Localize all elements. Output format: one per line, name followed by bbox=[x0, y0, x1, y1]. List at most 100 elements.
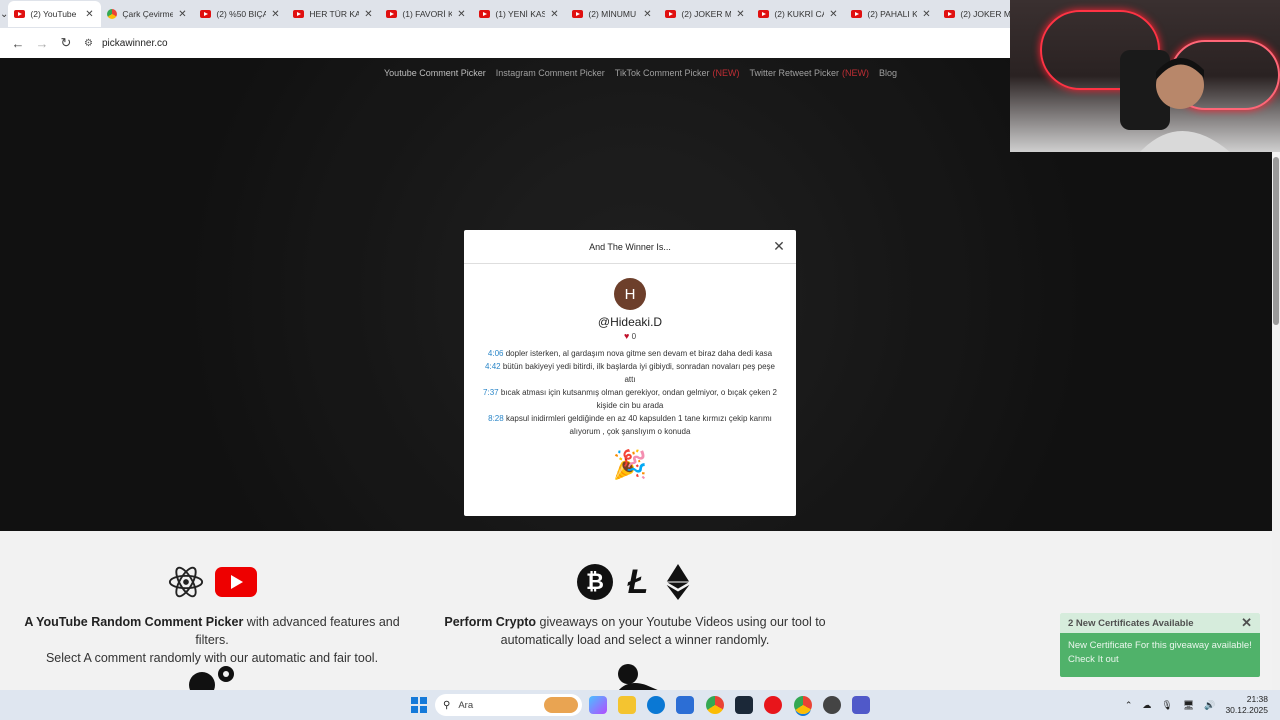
close-icon[interactable]: ✕ bbox=[920, 9, 932, 20]
opera-icon[interactable] bbox=[764, 696, 782, 714]
chrome-icon[interactable] bbox=[706, 696, 724, 714]
comment-item: 7:37 bıcak atması için kutsanmış olman g… bbox=[480, 386, 780, 412]
close-icon[interactable]: ✕ bbox=[548, 9, 560, 20]
clock-time: 21:38 bbox=[1246, 694, 1268, 704]
close-icon[interactable]: ✕ bbox=[455, 9, 467, 20]
browser-tab[interactable]: (1) YENİ KAS ✕ bbox=[473, 1, 566, 27]
person-icon bbox=[618, 664, 660, 691]
close-icon[interactable]: ✕ bbox=[1241, 616, 1252, 629]
modal-title: And The Winner Is... bbox=[589, 241, 671, 252]
youtube-icon bbox=[14, 10, 26, 18]
forward-arrow-icon[interactable]: → bbox=[30, 31, 54, 55]
search-icon: ⚲ bbox=[443, 699, 451, 711]
store-icon[interactable] bbox=[676, 696, 694, 714]
network-icon[interactable]: 🖥 bbox=[1183, 700, 1194, 711]
gears-icon bbox=[189, 666, 234, 691]
ethereum-icon bbox=[666, 563, 690, 601]
browser-tab[interactable]: (2) JOKER M✕ bbox=[659, 1, 752, 27]
winner-comments: 4:06 dopler isterken, al gardaşım nova g… bbox=[464, 341, 796, 438]
browser-tab[interactable]: (2) %50 BIÇAK✕ bbox=[194, 1, 287, 27]
steam-icon[interactable] bbox=[735, 696, 753, 714]
youtube-icon bbox=[479, 10, 491, 18]
chevron-up-icon[interactable]: ⌃ bbox=[1125, 700, 1133, 711]
browser-tab[interactable]: (1) FAVORİ K ✕ bbox=[380, 1, 473, 27]
browser-tab[interactable]: HER TÜR KA ✕ bbox=[287, 1, 380, 27]
close-icon[interactable]: ✕ bbox=[734, 9, 746, 20]
comment-timestamp-link[interactable]: 4:06 bbox=[488, 349, 504, 358]
file-explorer-icon[interactable] bbox=[618, 696, 636, 714]
edge-icon[interactable] bbox=[647, 696, 665, 714]
youtube-icon bbox=[200, 10, 212, 18]
browser-tab[interactable]: (2) JOKER M✕ bbox=[938, 1, 1010, 27]
copilot-icon[interactable] bbox=[589, 696, 607, 714]
teams-icon[interactable] bbox=[852, 696, 870, 714]
crypto-feature-icons: ₿ Ł bbox=[440, 563, 830, 601]
browser-tab[interactable]: (2) YouTube ✕ bbox=[8, 1, 102, 27]
tab-label: (2) JOKER M bbox=[960, 9, 1010, 19]
comment-text: bıcak atması için kutsanmış olman gereki… bbox=[500, 388, 777, 410]
address-bar[interactable]: ⚙ pickawinner.co bbox=[84, 31, 984, 55]
microphone-icon[interactable]: 🎙 bbox=[1161, 700, 1172, 711]
youtube-icon bbox=[665, 10, 677, 18]
taskbar-clock[interactable]: 21:38 30.12.2025 bbox=[1225, 694, 1268, 716]
crypto-feature-bold: Perform Crypto bbox=[444, 615, 537, 629]
url-text: pickawinner.co bbox=[102, 37, 168, 49]
tab-label: (1) YENİ KAS bbox=[495, 9, 546, 19]
windows-taskbar: ⚲ Ara ⌃ ☁ 🎙 🖥 🔊 21:38 30.12.2025 bbox=[0, 690, 1280, 720]
google-icon bbox=[107, 9, 118, 19]
comment-timestamp-link[interactable]: 7:37 bbox=[483, 388, 499, 397]
browser-tab[interactable]: Çark Çevirme ✕ bbox=[101, 1, 194, 27]
close-icon[interactable]: ✕ bbox=[176, 9, 188, 20]
tab-search-chevron-icon[interactable]: ⌄ bbox=[0, 0, 8, 28]
tab-label: (2) KUKRİ CA bbox=[774, 9, 825, 19]
toast-body[interactable]: New Certificate For this giveaway availa… bbox=[1060, 633, 1260, 673]
winner-avatar: H bbox=[614, 278, 646, 310]
close-icon[interactable]: ✕ bbox=[83, 9, 95, 20]
comment-text: dopler isterken, al gardaşım nova gitme … bbox=[505, 349, 773, 358]
comment-item: 4:42 bütün bakiyeyi yedi bitirdi, ilk ba… bbox=[480, 360, 780, 386]
close-icon[interactable]: ✕ bbox=[772, 239, 786, 253]
tab-label: (2) JOKER M bbox=[681, 9, 732, 19]
crypto-feature-text: Perform Crypto giveaways on your Youtube… bbox=[440, 613, 830, 649]
crypto-feature-rest: giveaways on your Youtube Videos using o… bbox=[536, 615, 826, 629]
youtube-icon bbox=[944, 10, 956, 18]
comment-timestamp-link[interactable]: 4:42 bbox=[485, 362, 501, 371]
back-arrow-icon[interactable]: ← bbox=[6, 31, 30, 55]
close-icon[interactable]: ✕ bbox=[641, 9, 653, 20]
browser-tab[interactable]: (2) PAHALI K ✕ bbox=[845, 1, 938, 27]
tab-label: (2) %50 BIÇAK bbox=[216, 9, 267, 19]
close-icon[interactable]: ✕ bbox=[269, 9, 281, 20]
toast-header: 2 New Certificates Available ✕ bbox=[1060, 613, 1260, 633]
certificate-toast[interactable]: 2 New Certificates Available ✕ New Certi… bbox=[1060, 613, 1260, 677]
comment-text: kapsul inidirmleri geldiğinde en az 40 k… bbox=[505, 414, 772, 436]
chrome-active-icon[interactable] bbox=[794, 696, 812, 714]
likes-count: 0 bbox=[631, 332, 637, 341]
taskbar-search-placeholder: Ara bbox=[458, 699, 474, 711]
heart-icon: ♥ bbox=[623, 331, 630, 341]
comment-timestamp-link[interactable]: 8:28 bbox=[488, 414, 504, 423]
page-scrollbar[interactable] bbox=[1272, 152, 1280, 690]
scrollbar-thumb[interactable] bbox=[1273, 157, 1279, 325]
onedrive-icon[interactable]: ☁ bbox=[1142, 700, 1151, 711]
windows-start-icon[interactable] bbox=[411, 697, 427, 713]
volume-icon[interactable]: 🔊 bbox=[1204, 700, 1215, 711]
comment-item: 8:28 kapsul inidirmleri geldiğinde en az… bbox=[480, 412, 780, 438]
tab-label: (2) PAHALI K bbox=[867, 9, 918, 19]
settings-app-icon[interactable] bbox=[823, 696, 841, 714]
youtube-icon bbox=[851, 10, 863, 18]
close-icon[interactable]: ✕ bbox=[362, 9, 374, 20]
bitcoin-icon: ₿ bbox=[577, 564, 613, 600]
close-icon[interactable]: ✕ bbox=[827, 9, 839, 20]
winner-username[interactable]: @Hideaki.D bbox=[464, 315, 796, 329]
react-icon bbox=[168, 566, 204, 598]
tab-label: (1) FAVORİ K bbox=[402, 9, 453, 19]
streamer-silhouette bbox=[1120, 50, 1230, 152]
taskbar-search[interactable]: ⚲ Ara bbox=[435, 694, 582, 716]
reload-icon[interactable]: ↻ bbox=[54, 31, 78, 55]
youtube-icon bbox=[572, 10, 584, 18]
browser-tab[interactable]: (2) KUKRİ CA ✕ bbox=[752, 1, 845, 27]
crypto-feature-line2: automatically load and select a winner r… bbox=[500, 633, 770, 647]
site-settings-icon[interactable]: ⚙ bbox=[84, 38, 96, 49]
browser-tab[interactable]: (2) MİNUMU ✕ bbox=[566, 1, 659, 27]
youtube-logo-icon bbox=[215, 567, 257, 597]
